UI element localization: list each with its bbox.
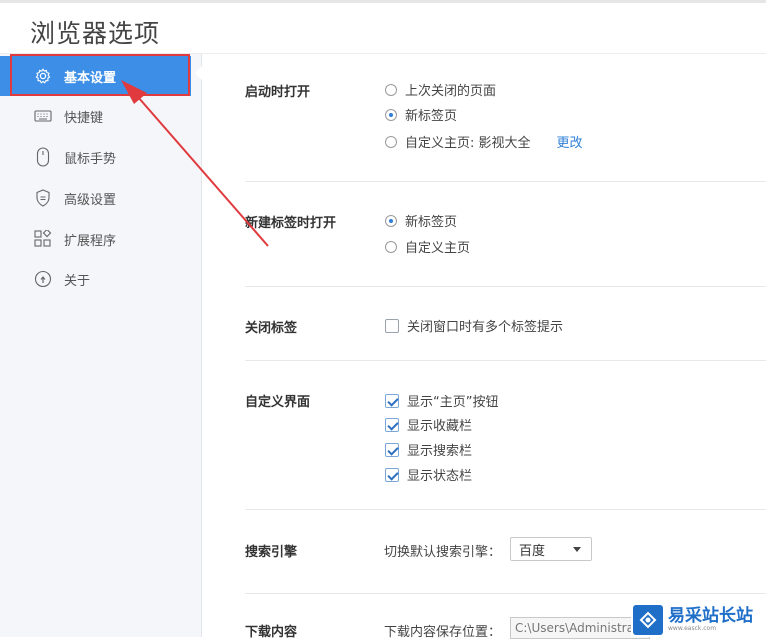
section-divider	[245, 286, 766, 287]
option-label: 自定义主页	[405, 241, 471, 256]
section-label-download: 下载内容	[245, 625, 298, 640]
settings-content: 启动时打开 上次关闭的页面 新标签页 自定义主页: 影视大全 更改 新建标签时打…	[202, 54, 766, 640]
radio-button[interactable]	[385, 240, 397, 253]
option-label: 显示搜索栏	[407, 444, 473, 459]
option-label: 显示收藏栏	[407, 419, 473, 434]
sidebar-item-extensions[interactable]: 扩展程序	[0, 219, 201, 259]
radio-new-tab-page[interactable]: 新标签页	[385, 105, 457, 124]
sidebar: 基本设置 快捷键 鼠标手势 高级设置 扩展程序 关于	[0, 54, 202, 637]
select-value: 百度	[519, 543, 546, 559]
watermark-logo-icon	[633, 605, 663, 635]
change-link[interactable]: 更改	[557, 132, 583, 151]
radio-button[interactable]	[385, 108, 397, 121]
chevron-down-icon	[573, 547, 581, 552]
info-icon	[34, 270, 52, 288]
section-label-new-tab: 新建标签时打开	[245, 216, 337, 231]
sidebar-item-mouse-gestures[interactable]: 鼠标手势	[0, 137, 201, 177]
watermark: 易采站长站 www.easck.com	[631, 603, 766, 637]
download-path-field[interactable]: C:\Users\Administrator	[510, 617, 650, 639]
shield-icon	[34, 189, 52, 207]
highlight-box	[10, 54, 190, 96]
radio-custom-homepage[interactable]: 自定义主页: 影视大全 更改	[385, 132, 583, 151]
sidebar-item-label: 鼠标手势	[64, 151, 117, 167]
sidebar-item-label: 快捷键	[64, 110, 104, 126]
radio-new-tab-custom-homepage[interactable]: 自定义主页	[385, 237, 470, 256]
section-divider	[245, 360, 766, 361]
radio-button[interactable]	[385, 135, 397, 148]
active-indicator-notch	[195, 66, 202, 80]
sidebar-item-advanced-settings[interactable]: 高级设置	[0, 178, 201, 218]
checkbox-show-status-bar[interactable]: 显示状态栏	[385, 465, 472, 484]
checkbox-show-favorites-bar[interactable]: 显示收藏栏	[385, 415, 472, 434]
checkbox[interactable]	[385, 417, 399, 432]
sidebar-item-shortcuts[interactable]: 快捷键	[0, 96, 201, 136]
option-label: 显示“主页”按钮	[407, 395, 499, 410]
search-engine-prompt: 切换默认搜索引擎：	[384, 545, 502, 560]
radio-button[interactable]	[385, 214, 397, 227]
search-engine-select[interactable]: 百度	[510, 537, 592, 561]
option-label: 关闭窗口时有多个标签提示	[407, 320, 564, 335]
radio-last-closed-pages[interactable]: 上次关闭的页面	[385, 80, 496, 99]
page-title: 浏览器选项	[30, 19, 161, 48]
section-label-search: 搜索引擎	[245, 545, 298, 560]
extensions-icon	[34, 230, 52, 248]
checkbox[interactable]	[385, 467, 399, 482]
sidebar-item-label: 扩展程序	[64, 233, 117, 249]
section-label-custom-ui: 自定义界面	[245, 395, 311, 410]
section-label-close-tab: 关闭标签	[245, 321, 298, 336]
radio-new-tab-newtab[interactable]: 新标签页	[385, 211, 457, 230]
option-label: 显示状态栏	[407, 469, 473, 484]
sidebar-item-label: 高级设置	[64, 192, 117, 208]
section-divider	[245, 509, 766, 510]
watermark-text: 易采站长站	[668, 606, 753, 626]
checkbox[interactable]	[385, 318, 399, 333]
checkbox[interactable]	[385, 393, 399, 408]
option-label: 自定义主页: 影视大全	[405, 136, 531, 151]
checkbox-show-search-bar[interactable]: 显示搜索栏	[385, 440, 472, 459]
checkbox-multi-tab-warning[interactable]: 关闭窗口时有多个标签提示	[385, 316, 563, 335]
watermark-url: www.easck.com	[668, 625, 717, 632]
section-divider	[245, 593, 766, 594]
option-label: 新标签页	[405, 109, 458, 124]
download-location-prompt: 下载内容保存位置：	[384, 625, 502, 640]
radio-button[interactable]	[385, 83, 397, 96]
option-label: 新标签页	[405, 215, 458, 230]
section-divider	[245, 181, 766, 182]
sidebar-item-label: 关于	[64, 273, 91, 289]
sidebar-item-about[interactable]: 关于	[0, 259, 201, 299]
checkbox-show-home-button[interactable]: 显示“主页”按钮	[385, 391, 498, 410]
window-top-border	[0, 0, 766, 3]
mouse-icon	[34, 147, 52, 167]
checkbox[interactable]	[385, 442, 399, 457]
section-label-startup: 启动时打开	[245, 85, 311, 100]
keyboard-icon	[34, 107, 52, 125]
option-label: 上次关闭的页面	[405, 84, 497, 99]
